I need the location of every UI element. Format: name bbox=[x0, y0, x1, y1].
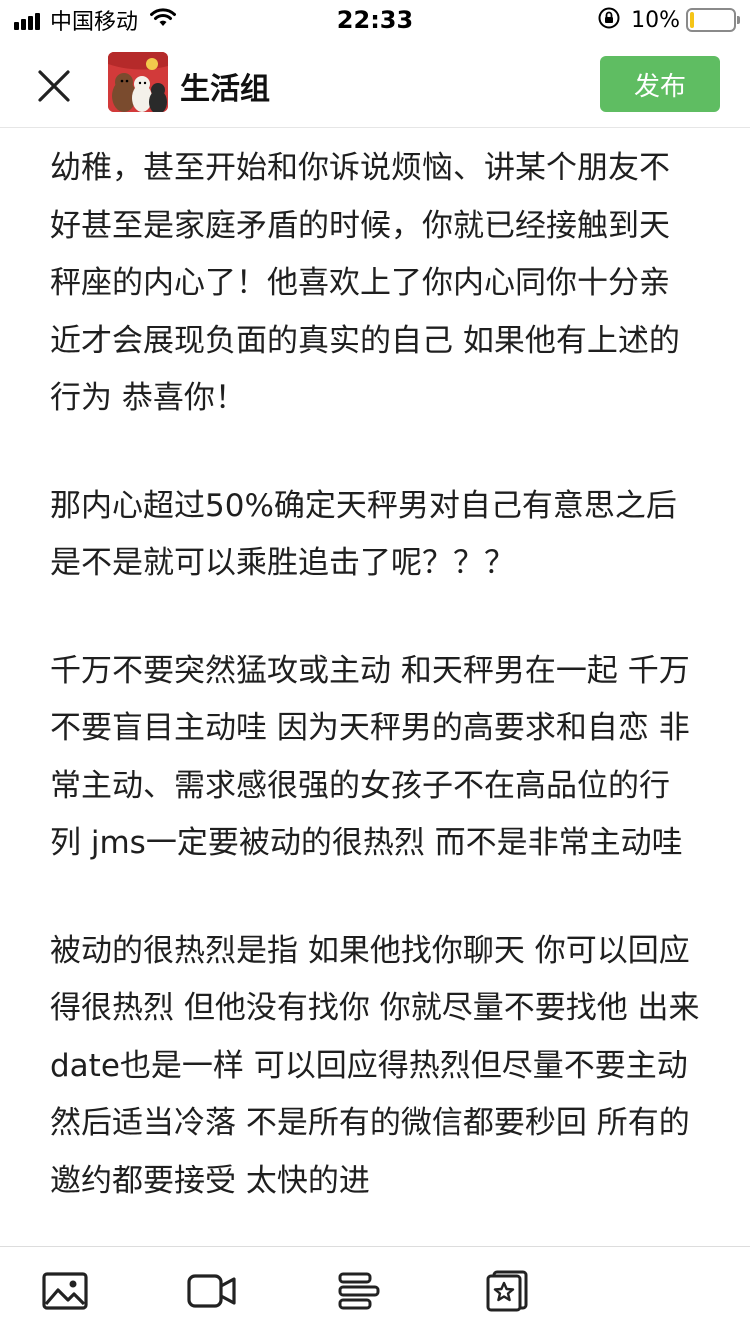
post-editor-header: 生活组 发布 bbox=[0, 40, 750, 128]
paragraph[interactable]: 被动的很热烈是指 如果他找你聊天 你可以回应得很热烈 但他没有找你 你就尽量不要… bbox=[50, 923, 700, 1211]
battery-level-fill bbox=[690, 12, 695, 28]
battery-percentage: 10% bbox=[631, 7, 680, 33]
editor-toolbar bbox=[0, 1246, 750, 1334]
signal-icon bbox=[14, 10, 42, 30]
sticker-icon bbox=[486, 1270, 528, 1312]
paragraph[interactable]: 幼稚，甚至开始和你诉说烦恼、讲某个朋友不好甚至是家庭矛盾的时候，你就已经接触到天… bbox=[50, 140, 700, 428]
wifi-icon bbox=[150, 8, 177, 32]
bears-avatar-icon bbox=[108, 52, 168, 112]
insert-sticker-button[interactable] bbox=[482, 1267, 532, 1315]
publish-button[interactable]: 发布 bbox=[600, 56, 720, 112]
carrier-name: 中国移动 bbox=[50, 10, 139, 35]
video-icon bbox=[187, 1274, 236, 1308]
rotation-lock-icon bbox=[597, 6, 621, 34]
text-format-button[interactable] bbox=[334, 1267, 384, 1315]
image-icon bbox=[42, 1272, 88, 1310]
insert-image-button[interactable] bbox=[40, 1267, 90, 1315]
post-body[interactable]: 幼稚，甚至开始和你诉说烦恼、讲某个朋友不好甚至是家庭矛盾的时候，你就已经接触到天… bbox=[0, 128, 750, 1210]
status-bar: 中国移动 22:33 10% bbox=[0, 0, 750, 40]
group-avatar[interactable] bbox=[108, 52, 168, 112]
post-content-editor[interactable]: 幼稚，甚至开始和你诉说烦恼、讲某个朋友不好甚至是家庭矛盾的时候，你就已经接触到天… bbox=[0, 128, 750, 1246]
paragraph[interactable]: 千万不要突然猛攻或主动 和天秤男在一起 千万不要盲目主动哇 因为天秤男的高要求和… bbox=[50, 643, 700, 873]
text-format-icon bbox=[338, 1272, 380, 1310]
battery-icon bbox=[686, 8, 740, 32]
close-button[interactable] bbox=[30, 62, 78, 110]
close-icon bbox=[38, 70, 70, 102]
paragraph[interactable]: 那内心超过50%确定天秤男对自己有意思之后 是不是就可以乘胜追击了呢？？？ bbox=[50, 478, 700, 593]
group-name: 生活组 bbox=[180, 72, 270, 107]
insert-video-button[interactable] bbox=[187, 1267, 237, 1315]
